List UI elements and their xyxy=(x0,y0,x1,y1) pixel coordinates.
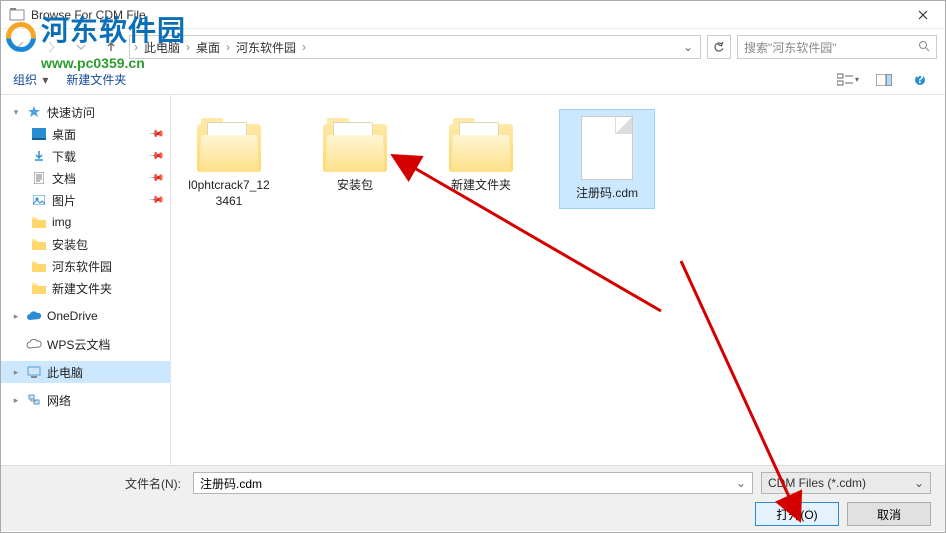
view-mode-button[interactable]: ▾ xyxy=(835,70,861,90)
nav-recent-button[interactable] xyxy=(69,35,93,59)
sidebar-thispc[interactable]: ▸此电脑 xyxy=(1,361,170,383)
file-name: 注册码.cdm xyxy=(576,186,638,202)
open-button[interactable]: 打开(O) xyxy=(755,502,839,526)
sidebar-item-folder[interactable]: img xyxy=(1,211,170,233)
breadcrumb-seg[interactable]: 桌面 xyxy=(192,39,224,56)
folder-icon xyxy=(323,116,387,172)
desktop-icon xyxy=(31,126,47,142)
network-icon xyxy=(26,392,42,408)
chevron-down-icon xyxy=(76,42,86,52)
nav-back-button[interactable] xyxy=(9,35,33,59)
caret-down-icon: ▾ xyxy=(11,107,21,118)
preview-pane-button[interactable] xyxy=(871,70,897,90)
chevron-down-icon: ▾ xyxy=(42,73,48,87)
file-item-folder[interactable]: 新建文件夹 xyxy=(433,109,529,201)
breadcrumb-dropdown[interactable]: ⌄ xyxy=(680,40,696,54)
breadcrumb[interactable]: › 此电脑 › 桌面 › 河东软件园 › ⌄ xyxy=(129,35,701,59)
help-icon: ? xyxy=(914,74,926,86)
sidebar-onedrive[interactable]: ▸OneDrive xyxy=(1,305,170,327)
chevron-right-icon: › xyxy=(302,40,306,54)
pin-icon: 📌 xyxy=(147,192,164,209)
nav-forward-button[interactable] xyxy=(39,35,63,59)
folder-icon xyxy=(197,116,261,172)
pin-icon: 📌 xyxy=(147,126,164,143)
filename-label: 文件名(N): xyxy=(15,475,185,492)
file-name: l0phtcrack7_123461 xyxy=(186,178,272,209)
file-name: 安装包 xyxy=(337,178,373,194)
sidebar-item-documents[interactable]: 文档📌 xyxy=(1,167,170,189)
sidebar-network[interactable]: ▸网络 xyxy=(1,389,170,411)
chevron-right-icon: › xyxy=(226,40,230,54)
refresh-button[interactable] xyxy=(707,35,731,59)
new-folder-button[interactable]: 新建文件夹 xyxy=(66,71,126,88)
nav-up-button[interactable] xyxy=(99,35,123,59)
file-item-folder[interactable]: 安装包 xyxy=(307,109,403,201)
sidebar-quick-access[interactable]: ▾ 快速访问 xyxy=(1,101,170,123)
help-button[interactable]: ? xyxy=(907,70,933,90)
sidebar-item-folder[interactable]: 河东软件园 xyxy=(1,255,170,277)
document-icon xyxy=(31,170,47,186)
caret-right-icon: ▸ xyxy=(11,311,21,322)
cancel-button[interactable]: 取消 xyxy=(847,502,931,526)
chevron-down-icon: ⌄ xyxy=(914,476,924,490)
search-input[interactable]: 搜索"河东软件园" xyxy=(737,35,937,59)
file-item-folder[interactable]: l0phtcrack7_123461 xyxy=(181,109,277,216)
breadcrumb-seg[interactable]: 此电脑 xyxy=(140,39,184,56)
picture-icon xyxy=(31,192,47,208)
cloud-icon xyxy=(26,336,42,352)
caret-right-icon: ▸ xyxy=(11,367,21,378)
close-icon xyxy=(918,10,928,20)
sidebar: ▾ 快速访问 桌面📌 下载📌 文档📌 图片📌 img 安装包 河东软件园 新建文… xyxy=(1,95,171,465)
svg-text:?: ? xyxy=(916,74,923,86)
sidebar-wps[interactable]: WPS云文档 xyxy=(1,333,170,355)
organize-menu[interactable]: 组织 ▾ xyxy=(13,71,48,88)
window-title: Browse For CDM File xyxy=(31,8,903,22)
sidebar-item-pictures[interactable]: 图片📌 xyxy=(1,189,170,211)
view-icon xyxy=(837,73,855,87)
file-list[interactable]: l0phtcrack7_123461 安装包 新建文件夹 注册码.cdm xyxy=(171,95,945,465)
sidebar-item-folder[interactable]: 新建文件夹 xyxy=(1,277,170,299)
folder-icon xyxy=(31,258,47,274)
computer-icon xyxy=(26,364,42,380)
file-icon xyxy=(581,116,633,180)
arrow-left-icon xyxy=(14,40,28,54)
sidebar-item-folder[interactable]: 安装包 xyxy=(1,233,170,255)
chevron-right-icon: › xyxy=(186,40,190,54)
folder-icon xyxy=(31,236,47,252)
sidebar-item-label: 快速访问 xyxy=(47,104,95,121)
chevron-down-icon[interactable]: ⌄ xyxy=(736,476,746,490)
cloud-icon xyxy=(26,308,42,324)
refresh-icon xyxy=(713,41,725,53)
arrow-up-icon xyxy=(104,40,118,54)
folder-icon xyxy=(31,214,47,230)
file-type-filter[interactable]: CDM Files (*.cdm)⌄ xyxy=(761,472,931,494)
pin-icon: 📌 xyxy=(147,148,164,165)
star-icon xyxy=(26,104,42,120)
folder-icon xyxy=(31,280,47,296)
app-icon xyxy=(9,7,25,23)
search-placeholder: 搜索"河东软件园" xyxy=(744,39,918,56)
file-name: 新建文件夹 xyxy=(451,178,511,194)
close-button[interactable] xyxy=(903,2,943,28)
file-item-file[interactable]: 注册码.cdm xyxy=(559,109,655,209)
breadcrumb-seg[interactable]: 河东软件园 xyxy=(232,39,300,56)
sidebar-item-downloads[interactable]: 下载📌 xyxy=(1,145,170,167)
arrow-right-icon xyxy=(44,40,58,54)
chevron-right-icon: › xyxy=(134,40,138,54)
download-icon xyxy=(31,148,47,164)
preview-icon xyxy=(876,74,892,86)
filename-input[interactable]: 注册码.cdm⌄ xyxy=(193,472,753,494)
search-icon xyxy=(918,40,930,55)
caret-right-icon: ▸ xyxy=(11,395,21,406)
sidebar-item-desktop[interactable]: 桌面📌 xyxy=(1,123,170,145)
folder-icon xyxy=(449,116,513,172)
pin-icon: 📌 xyxy=(147,170,164,187)
